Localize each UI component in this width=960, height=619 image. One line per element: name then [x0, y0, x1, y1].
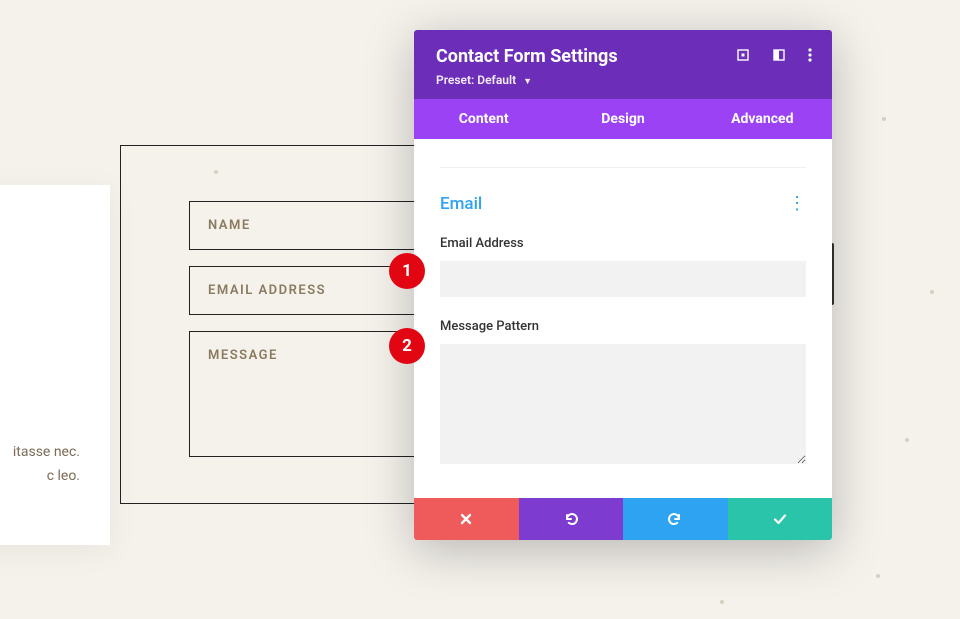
message-pattern-label: Message Pattern [440, 319, 806, 334]
preset-value: Default [477, 73, 516, 87]
redo-button[interactable] [623, 498, 728, 540]
dock-icon[interactable] [772, 47, 786, 66]
cancel-button[interactable] [414, 498, 519, 540]
email-address-input[interactable] [440, 261, 806, 297]
panel-footer [414, 498, 832, 540]
panel-title: Contact Form Settings [436, 46, 618, 67]
tab-design[interactable]: Design [553, 99, 692, 139]
page-body-line-1: itasse nec. [13, 444, 80, 460]
undo-icon [563, 511, 579, 527]
section-title-email[interactable]: Email [440, 194, 482, 214]
undo-button[interactable] [519, 498, 624, 540]
save-button[interactable] [728, 498, 833, 540]
kebab-menu-icon[interactable] [808, 47, 812, 66]
panel-header: Contact Form Settings Preset: Default ▼ [414, 30, 832, 99]
message-pattern-input[interactable] [440, 344, 806, 464]
close-icon [459, 512, 473, 526]
annotation-callout-1: 1 [389, 253, 425, 289]
page-heading: age [0, 243, 80, 291]
expand-icon[interactable] [736, 47, 750, 66]
preset-label: Preset: [436, 73, 474, 87]
redo-icon [667, 511, 683, 527]
section-kebab-icon[interactable]: ⋮ [788, 202, 806, 206]
check-icon [772, 511, 788, 527]
tab-content[interactable]: Content [414, 99, 553, 139]
annotation-callout-2: 2 [389, 328, 425, 364]
tab-advanced[interactable]: Advanced [693, 99, 832, 139]
email-address-label: Email Address [440, 236, 806, 251]
chevron-down-icon: ▼ [523, 77, 532, 87]
panel-body: Email ⋮ Email Address Message Pattern [414, 139, 832, 498]
settings-panel: Contact Form Settings Preset: Default ▼ … [414, 30, 832, 540]
preset-selector[interactable]: Preset: Default ▼ [436, 73, 812, 87]
page-body-line-2: c leo. [47, 468, 80, 484]
page-card: age itasse nec. c leo. [0, 185, 110, 545]
panel-tabs: Content Design Advanced [414, 99, 832, 139]
